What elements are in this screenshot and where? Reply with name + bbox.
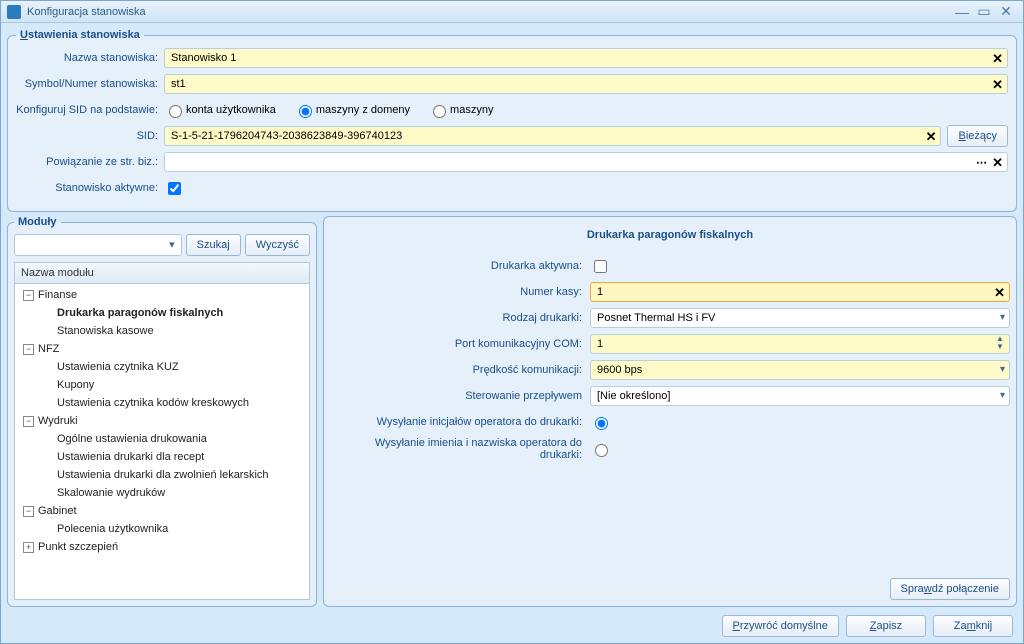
settings-legend: Ustawienia stanowiska bbox=[16, 29, 144, 41]
tree-node-gabinet[interactable]: −Gabinet bbox=[15, 502, 309, 520]
modules-legend: Moduły bbox=[14, 216, 61, 228]
sprawdz-button[interactable]: Sprawdź połączenie bbox=[890, 578, 1010, 600]
tree-node-szczepien[interactable]: +Punkt szczepień bbox=[15, 538, 309, 556]
spinner-icon[interactable]: ▲▼ bbox=[994, 336, 1006, 352]
input-symbol[interactable]: st1 ✕ bbox=[164, 74, 1008, 94]
radio-maszyny-domeny[interactable]: maszyny z domeny bbox=[294, 102, 410, 118]
clear-icon[interactable]: ✕ bbox=[992, 155, 1003, 171]
tree-node-drukarka[interactable]: Drukarka paragonów fiskalnych bbox=[15, 304, 309, 322]
collapse-icon[interactable]: − bbox=[23, 290, 34, 301]
label-nazwa: Nazwa stanowiska: bbox=[16, 52, 164, 64]
clear-icon[interactable]: ✕ bbox=[992, 51, 1003, 67]
tree-node-zwolnien[interactable]: Ustawienia drukarki dla zwolnień lekarsk… bbox=[15, 466, 309, 484]
select-predkosc[interactable]: 9600 bps▾ bbox=[590, 360, 1010, 380]
label-powiaz: Powiązanie ze str. biz.: bbox=[16, 156, 164, 168]
tree-node-kody[interactable]: Ustawienia czytnika kodów kreskowych bbox=[15, 394, 309, 412]
tree-node-kasowe[interactable]: Stanowiska kasowe bbox=[15, 322, 309, 340]
chevron-down-icon[interactable]: ▾ bbox=[1000, 390, 1005, 401]
radio-inicjaly[interactable] bbox=[595, 417, 608, 430]
tree-node-kuz[interactable]: Ustawienia czytnika KUZ bbox=[15, 358, 309, 376]
input-nazwa[interactable]: Stanowisko 1 ✕ bbox=[164, 48, 1008, 68]
expand-icon[interactable]: + bbox=[23, 542, 34, 553]
spinner-port[interactable]: 1▲▼ bbox=[590, 334, 1010, 354]
collapse-icon[interactable]: − bbox=[23, 344, 34, 355]
tree-node-kupony[interactable]: Kupony bbox=[15, 376, 309, 394]
tree-node-wydruki[interactable]: −Wydruki bbox=[15, 412, 309, 430]
collapse-icon[interactable]: − bbox=[23, 416, 34, 427]
tree-header: Nazwa modułu bbox=[14, 262, 310, 284]
chevron-down-icon[interactable]: ▾ bbox=[1000, 312, 1005, 323]
input-numer[interactable]: 1✕ bbox=[590, 282, 1010, 302]
label-rodzaj: Rodzaj drukarki: bbox=[330, 312, 590, 324]
przywroc-button[interactable]: Przywróć domyślne bbox=[722, 615, 839, 637]
label-sterowanie: Sterowanie przepływem bbox=[330, 390, 590, 402]
biezacy-button[interactable]: Bieżący bbox=[947, 125, 1008, 147]
minimize-button[interactable]: — bbox=[951, 4, 973, 20]
close-button[interactable]: ✕ bbox=[995, 3, 1017, 20]
label-imienia: Wysyłanie imienia i nazwiska operatora d… bbox=[330, 437, 590, 461]
settings-group: Ustawienia stanowiska Nazwa stanowiska: … bbox=[7, 29, 1017, 212]
select-rodzaj[interactable]: Posnet Thermal HS i FV▾ bbox=[590, 308, 1010, 328]
modules-group: Moduły Szukaj Wyczyść Nazwa modułu −Fina… bbox=[7, 216, 317, 607]
window-title: Konfiguracja stanowiska bbox=[27, 6, 951, 18]
collapse-icon[interactable]: − bbox=[23, 506, 34, 517]
printer-panel: Drukarka paragonów fiskalnych Drukarka a… bbox=[323, 216, 1017, 607]
module-tree[interactable]: −Finanse Drukarka paragonów fiskalnych S… bbox=[14, 284, 310, 600]
tree-node-finanse[interactable]: −Finanse bbox=[15, 286, 309, 304]
select-sterowanie[interactable]: [Nie określono]▾ bbox=[590, 386, 1010, 406]
label-konfig: Konfiguruj SID na podstawie: bbox=[16, 104, 164, 116]
clear-icon[interactable]: ✕ bbox=[992, 77, 1003, 93]
clear-icon[interactable]: ✕ bbox=[994, 285, 1005, 301]
input-sid[interactable]: S-1-5-21-1796204743-2038623849-396740123… bbox=[164, 126, 941, 146]
label-aktywna: Drukarka aktywna: bbox=[330, 260, 590, 272]
content-area: Ustawienia stanowiska Nazwa stanowiska: … bbox=[1, 23, 1023, 643]
tree-node-skalowanie[interactable]: Skalowanie wydruków bbox=[15, 484, 309, 502]
module-search-combo[interactable] bbox=[14, 234, 182, 256]
zapisz-button[interactable]: Zapisz bbox=[846, 615, 926, 637]
maximize-button[interactable]: ▭ bbox=[973, 3, 995, 20]
label-inicjaly: Wysyłanie inicjałów operatora do drukark… bbox=[330, 416, 590, 428]
wyczysc-button[interactable]: Wyczyść bbox=[245, 234, 310, 256]
panel-title: Drukarka paragonów fiskalnych bbox=[330, 223, 1010, 255]
label-sid: SID: bbox=[16, 130, 164, 142]
radio-maszyny[interactable]: maszyny bbox=[428, 102, 493, 118]
chevron-down-icon[interactable]: ▾ bbox=[1000, 364, 1005, 375]
label-aktywne: Stanowisko aktywne: bbox=[16, 182, 164, 194]
tree-node-ogolne[interactable]: Ogólne ustawienia drukowania bbox=[15, 430, 309, 448]
checkbox-aktywna[interactable] bbox=[594, 260, 607, 273]
app-icon bbox=[7, 5, 21, 19]
tree-node-recept[interactable]: Ustawienia drukarki dla recept bbox=[15, 448, 309, 466]
radio-imienia[interactable] bbox=[595, 444, 608, 457]
tree-node-nfz[interactable]: −NFZ bbox=[15, 340, 309, 358]
footer-bar: Przywróć domyślne Zapisz Zamknij bbox=[7, 611, 1017, 637]
zamknij-button[interactable]: Zamknij bbox=[933, 615, 1013, 637]
szukaj-button[interactable]: Szukaj bbox=[186, 234, 241, 256]
checkbox-aktywne[interactable] bbox=[168, 182, 181, 195]
tree-node-polecenia[interactable]: Polecenia użytkownika bbox=[15, 520, 309, 538]
clear-icon[interactable]: ✕ bbox=[926, 129, 937, 145]
label-port: Port komunikacyjny COM: bbox=[330, 338, 590, 350]
label-predkosc: Prędkość komunikacji: bbox=[330, 364, 590, 376]
input-powiaz[interactable]: ⋯ ✕ bbox=[164, 152, 1008, 172]
label-numer: Numer kasy: bbox=[330, 286, 590, 298]
label-symbol: Symbol/Numer stanowiska: bbox=[16, 78, 164, 90]
titlebar: Konfiguracja stanowiska — ▭ ✕ bbox=[1, 1, 1023, 23]
ellipsis-icon[interactable]: ⋯ bbox=[976, 156, 987, 169]
config-window: Konfiguracja stanowiska — ▭ ✕ Ustawienia… bbox=[0, 0, 1024, 644]
radio-konta[interactable]: konta użytkownika bbox=[164, 102, 276, 118]
